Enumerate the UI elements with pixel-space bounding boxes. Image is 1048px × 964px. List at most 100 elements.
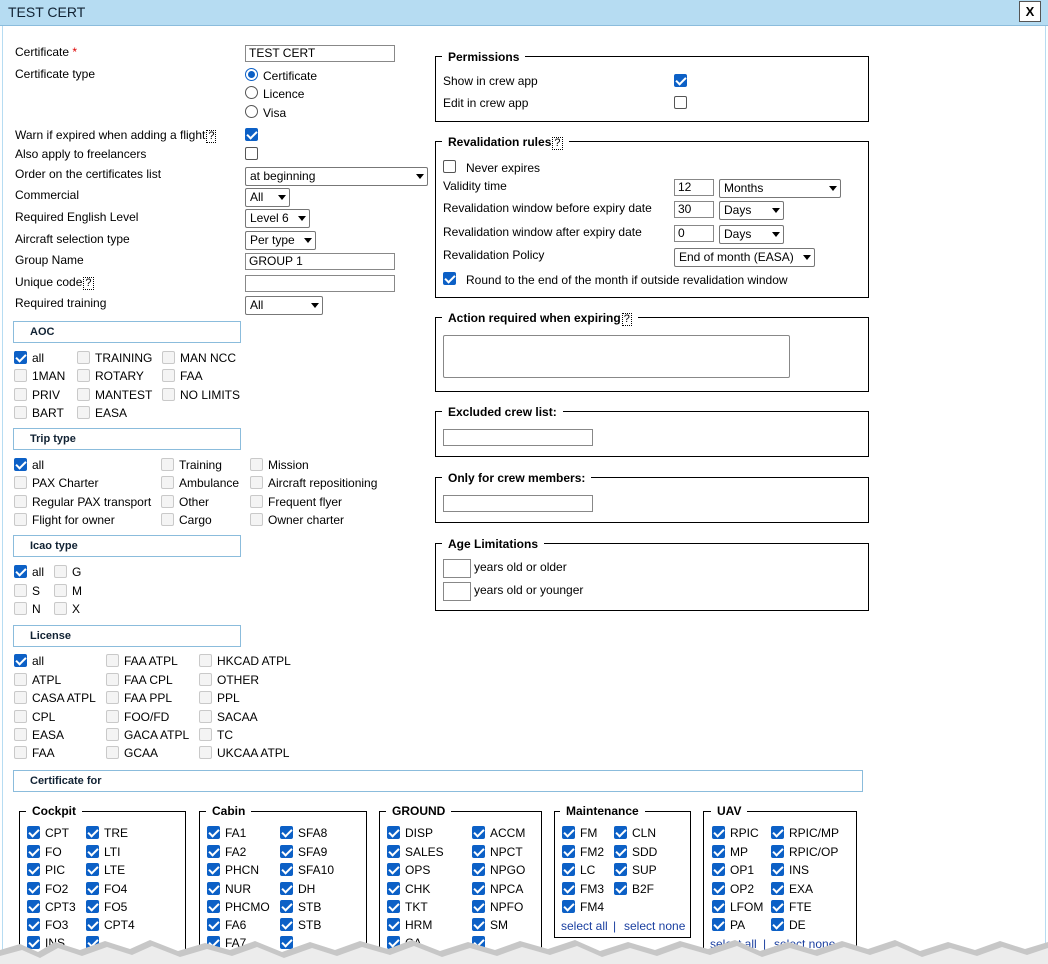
edit-in-crew-app-checkbox[interactable]	[674, 96, 687, 109]
type-certificate-radio[interactable]	[245, 68, 258, 81]
trip-owner-charter-checkbox[interactable]	[250, 513, 263, 526]
icao-g-checkbox[interactable]	[54, 565, 67, 578]
maintenance-b2f-checkbox[interactable]	[614, 882, 627, 895]
cabin-sfa10-checkbox[interactable]	[280, 863, 293, 876]
license-faa-cpl-checkbox[interactable]	[106, 673, 119, 686]
round-end-of-month-checkbox[interactable]	[443, 272, 456, 285]
maintenance-cln-checkbox[interactable]	[614, 826, 627, 839]
trip-frequent-flyer-checkbox[interactable]	[250, 495, 263, 508]
freelancers-checkbox[interactable]	[245, 147, 258, 160]
trip-cargo-checkbox[interactable]	[161, 513, 174, 526]
cockpit-pic-checkbox[interactable]	[27, 863, 40, 876]
cockpit-lte-checkbox[interactable]	[86, 863, 99, 876]
trip-training-checkbox[interactable]	[161, 458, 174, 471]
ground-ops-checkbox[interactable]	[387, 863, 400, 876]
cabin-sfa9-checkbox[interactable]	[280, 845, 293, 858]
ground-chk-checkbox[interactable]	[387, 882, 400, 895]
cabin-dh-checkbox[interactable]	[280, 882, 293, 895]
aoc-1man-checkbox[interactable]	[14, 369, 27, 382]
revalidation-policy-select[interactable]: End of month (EASA)	[674, 248, 815, 267]
certificate-name-input[interactable]: TEST CERT	[245, 45, 395, 62]
trip-other-checkbox[interactable]	[161, 495, 174, 508]
ground-npgo-checkbox[interactable]	[472, 863, 485, 876]
english-level-select[interactable]: Level 6	[245, 209, 310, 228]
ground-npct-checkbox[interactable]	[472, 845, 485, 858]
cockpit-lti-checkbox[interactable]	[86, 845, 99, 858]
aoc-man-ncc-checkbox[interactable]	[162, 351, 175, 364]
ground-npca-checkbox[interactable]	[472, 882, 485, 895]
uav-fte-checkbox[interactable]	[771, 900, 784, 913]
help-icon[interactable]: ?	[206, 130, 217, 143]
cabin-nur-checkbox[interactable]	[207, 882, 220, 895]
license-tc-checkbox[interactable]	[199, 728, 212, 741]
icao-s-checkbox[interactable]	[14, 584, 27, 597]
window-before-unit-select[interactable]: Days	[719, 201, 784, 220]
cockpit-fo4-checkbox[interactable]	[86, 882, 99, 895]
ground-accm-checkbox[interactable]	[472, 826, 485, 839]
aoc-training-checkbox[interactable]	[77, 351, 90, 364]
trip-all-checkbox[interactable]	[14, 458, 27, 471]
license-casa-atpl-checkbox[interactable]	[14, 691, 27, 704]
group-name-input[interactable]: GROUP 1	[245, 253, 395, 270]
cabin-phcmo-checkbox[interactable]	[207, 900, 220, 913]
uav-rpic-op-checkbox[interactable]	[771, 845, 784, 858]
required-training-select[interactable]: All	[245, 296, 323, 315]
license-sacaa-checkbox[interactable]	[199, 710, 212, 723]
trip-mission-checkbox[interactable]	[250, 458, 263, 471]
min-age-input[interactable]	[443, 559, 471, 578]
uav-op1-checkbox[interactable]	[712, 863, 725, 876]
ground-disp-checkbox[interactable]	[387, 826, 400, 839]
only-crew-input[interactable]	[443, 495, 593, 512]
aoc-bart-checkbox[interactable]	[14, 406, 27, 419]
excluded-crew-input[interactable]	[443, 429, 593, 446]
type-visa-radio[interactable]	[245, 105, 258, 118]
warn-expired-checkbox[interactable]	[245, 128, 258, 141]
commercial-select[interactable]: All	[245, 188, 290, 207]
uav-rpic-checkbox[interactable]	[712, 826, 725, 839]
license-atpl-checkbox[interactable]	[14, 673, 27, 686]
trip-ambulance-checkbox[interactable]	[161, 476, 174, 489]
aircraft-selection-select[interactable]: Per type	[245, 231, 316, 250]
cockpit-fo5-checkbox[interactable]	[86, 900, 99, 913]
uav-ins-checkbox[interactable]	[771, 863, 784, 876]
help-icon[interactable]: ?	[621, 313, 632, 326]
show-in-crew-app-checkbox[interactable]	[674, 74, 687, 87]
trip-flight-for-owner-checkbox[interactable]	[14, 513, 27, 526]
icao-n-checkbox[interactable]	[14, 602, 27, 615]
ground-tkt-checkbox[interactable]	[387, 900, 400, 913]
cabin-fa2-checkbox[interactable]	[207, 845, 220, 858]
never-expires-checkbox[interactable]	[443, 160, 456, 173]
cockpit-fo-checkbox[interactable]	[27, 845, 40, 858]
unique-code-input[interactable]	[245, 275, 395, 292]
cockpit-cpt3-checkbox[interactable]	[27, 900, 40, 913]
license-faa-checkbox[interactable]	[14, 746, 27, 759]
aoc-priv-checkbox[interactable]	[14, 388, 27, 401]
uav-exa-checkbox[interactable]	[771, 882, 784, 895]
license-gcaa-checkbox[interactable]	[106, 746, 119, 759]
uav-op2-checkbox[interactable]	[712, 882, 725, 895]
icao-x-checkbox[interactable]	[54, 602, 67, 615]
order-select[interactable]: at beginning	[245, 167, 428, 186]
maintenance-fm2-checkbox[interactable]	[562, 845, 575, 858]
ground-sales-checkbox[interactable]	[387, 845, 400, 858]
license-gaca-atpl-checkbox[interactable]	[106, 728, 119, 741]
maintenance-lc-checkbox[interactable]	[562, 863, 575, 876]
license-faa-ppl-checkbox[interactable]	[106, 691, 119, 704]
cockpit-cpt-checkbox[interactable]	[27, 826, 40, 839]
uav-rpic-mp-checkbox[interactable]	[771, 826, 784, 839]
maintenance-fm3-checkbox[interactable]	[562, 882, 575, 895]
aoc-faa-checkbox[interactable]	[162, 369, 175, 382]
maintenance-fm-checkbox[interactable]	[562, 826, 575, 839]
trip-pax-charter-checkbox[interactable]	[14, 476, 27, 489]
trip-aircraft-repositioning-checkbox[interactable]	[250, 476, 263, 489]
license-other-checkbox[interactable]	[199, 673, 212, 686]
license-faa-atpl-checkbox[interactable]	[106, 654, 119, 667]
uav-mp-checkbox[interactable]	[712, 845, 725, 858]
window-after-unit-select[interactable]: Days	[719, 225, 784, 244]
license-all-checkbox[interactable]	[14, 654, 27, 667]
license-easa-checkbox[interactable]	[14, 728, 27, 741]
close-button[interactable]: X	[1019, 1, 1041, 22]
cabin-stb-checkbox[interactable]	[280, 900, 293, 913]
license-ppl-checkbox[interactable]	[199, 691, 212, 704]
validity-time-input[interactable]: 12	[674, 179, 714, 196]
